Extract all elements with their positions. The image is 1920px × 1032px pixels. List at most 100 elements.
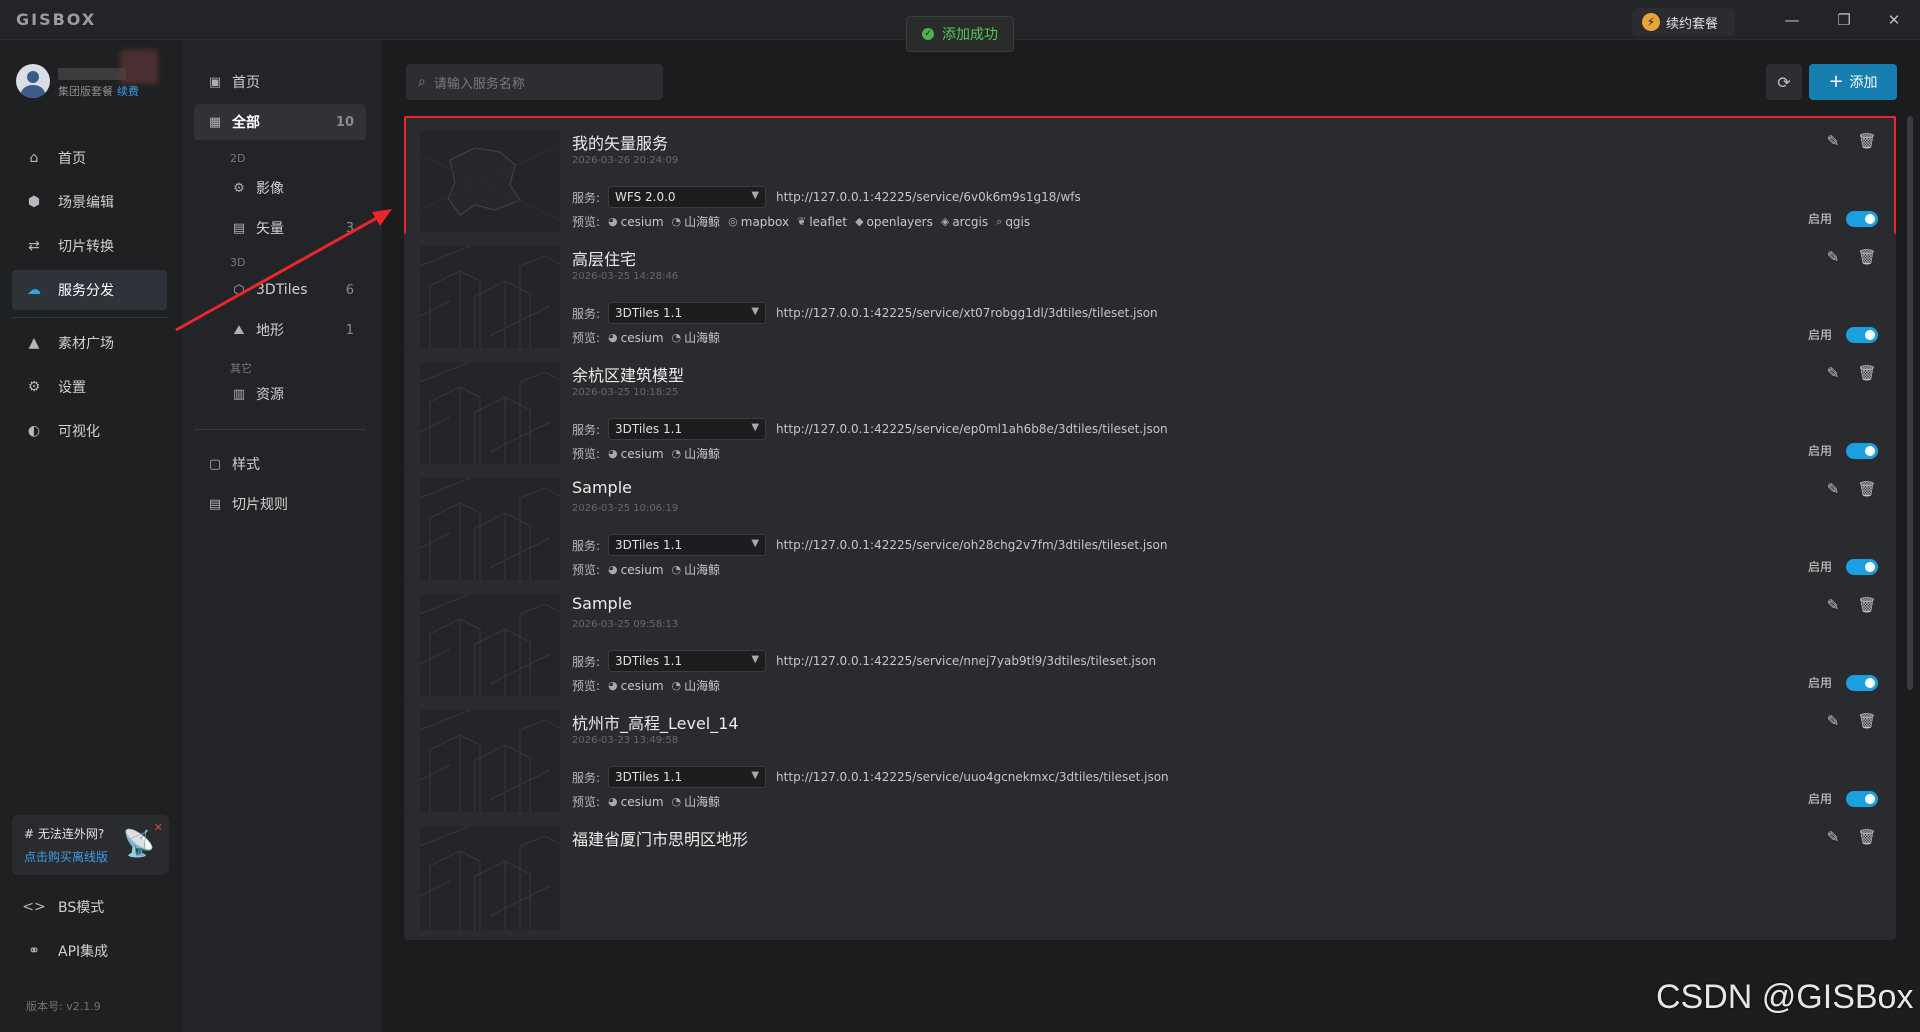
preview-0-link[interactable]: ◕ cesium <box>608 563 663 577</box>
enable-toggle[interactable] <box>1846 442 1878 459</box>
service-url[interactable]: http://127.0.0.1:42225/service/ep0ml1ah6… <box>776 422 1168 436</box>
service-card[interactable]: 高层住宅 2026-03-25 14:28:46 服务: 3DTiles 1.1 ▼ ht… <box>404 232 1896 360</box>
preview-0-link[interactable]: ◕ cesium <box>608 447 663 461</box>
edit-icon[interactable]: ✎ <box>1822 710 1844 732</box>
sidebar-item-label: 场景编辑 <box>58 195 114 211</box>
restore-button[interactable]: ❐ <box>1830 6 1858 34</box>
service-type-select[interactable]: 3DTiles 1.1 ▼ <box>608 418 767 440</box>
service-card[interactable]: 余杭区建筑模型 2026-03-25 10:18:25 服务: 3DTiles 1.1… <box>404 348 1896 476</box>
edit-icon[interactable]: ✎ <box>1822 478 1844 500</box>
preview-4-link[interactable]: ◆ openlayers <box>855 215 933 229</box>
renew-package-button[interactable]: ⚡ 续约套餐 <box>1632 8 1735 36</box>
offline-version-banner[interactable]: # 无法连外网? 点击购买离线版 📡 ✕ <box>12 815 169 875</box>
preview-name: openlayers <box>866 214 933 229</box>
category-all[interactable]: ▦ 全部 10 <box>194 104 366 140</box>
preview-1-link[interactable]: ◔ 山海鲸 <box>672 677 721 694</box>
enable-toggle[interactable] <box>1846 558 1878 575</box>
folder-icon: ▥ <box>232 386 246 402</box>
delete-icon[interactable]: 🗑 <box>1856 478 1878 500</box>
service-type-select[interactable]: 3DTiles 1.1 ▼ <box>608 302 767 324</box>
delete-icon[interactable]: 🗑 <box>1856 362 1878 384</box>
preview-3-link[interactable]: ❦ leaflet <box>797 215 847 229</box>
service-url[interactable]: http://127.0.0.1:42225/service/uuo4gcnek… <box>776 770 1169 784</box>
sidebar-item-api[interactable]: ⚭ API集成 <box>12 931 167 971</box>
edit-icon[interactable]: ✎ <box>1822 594 1844 616</box>
category-resource[interactable]: ▥ 资源 <box>194 376 366 412</box>
chevron-down-icon: ▼ <box>751 190 760 201</box>
category-home[interactable]: ▣ 首页 <box>194 64 366 100</box>
category-3dtiles[interactable]: ⬡ 3DTiles 6 <box>194 272 366 308</box>
preview-icon: ❦ <box>797 215 807 228</box>
edit-icon[interactable]: ✎ <box>1822 826 1844 848</box>
delete-icon[interactable]: 🗑 <box>1856 130 1878 152</box>
category-vector[interactable]: ▤ 矢量 3 <box>194 210 366 246</box>
sidebar-item-service-publish[interactable]: ☁ 服务分发 <box>12 270 167 310</box>
edit-icon[interactable]: ✎ <box>1822 246 1844 268</box>
delete-icon[interactable]: 🗑 <box>1856 710 1878 732</box>
preview-1-link[interactable]: ◔ 山海鲸 <box>672 329 721 346</box>
preview-icon: ◔ <box>671 331 682 344</box>
preview-0-link[interactable]: ◕ cesium <box>608 331 663 345</box>
sidebar-item-scene-edit[interactable]: ⬢ 场景编辑 <box>12 182 167 222</box>
sidebar-item-tile-convert[interactable]: ⇄ 切片转换 <box>12 226 167 266</box>
enable-toggle[interactable] <box>1846 674 1878 691</box>
preview-1-link[interactable]: ◔ 山海鲸 <box>672 213 721 230</box>
preview-6-link[interactable]: ⌕ qgis <box>996 215 1030 229</box>
service-card[interactable]: Sample 2026-03-25 09:58:13 服务: 3DTiles 1.1 ▼… <box>404 580 1896 708</box>
category-count: 1 <box>345 322 354 338</box>
delete-icon[interactable]: 🗑 <box>1856 594 1878 616</box>
delete-icon[interactable]: 🗑 <box>1856 826 1878 848</box>
enable-toggle[interactable] <box>1846 790 1878 807</box>
preview-5-link[interactable]: ◈ arcgis <box>941 215 988 229</box>
service-card[interactable]: 杭州市_高程_Level_14 2026-03-23 13:49:58 服务: 3DT… <box>404 696 1896 824</box>
sidebar-item-bs-mode[interactable]: <> BS模式 <box>12 887 167 927</box>
renew-link[interactable]: 续费 <box>117 85 139 98</box>
search-input[interactable]: ⌕ 请输入服务名称 <box>406 64 663 100</box>
minimize-button[interactable]: — <box>1778 6 1806 34</box>
sidebar-item-visualize[interactable]: ◐ 可视化 <box>12 411 167 451</box>
close-icon[interactable]: ✕ <box>154 821 163 834</box>
lightning-icon: ⚡ <box>1642 13 1660 31</box>
service-type-select[interactable]: 3DTiles 1.1 ▼ <box>608 766 767 788</box>
service-url[interactable]: http://127.0.0.1:42225/service/oh28chg2v… <box>776 538 1167 552</box>
category-style[interactable]: ▢ 样式 <box>194 446 366 482</box>
sidebar-item-label: 可视化 <box>58 424 100 440</box>
scrollbar[interactable] <box>1907 116 1913 690</box>
enable-label: 启用 <box>1807 560 1832 574</box>
sidebar-item-home[interactable]: ⌂ 首页 <box>12 138 167 178</box>
category-imagery[interactable]: ⚙ 影像 <box>194 170 366 206</box>
service-url[interactable]: http://127.0.0.1:42225/service/xt07robgg… <box>776 306 1158 320</box>
category-terrain[interactable]: ⛰ 地形 1 <box>194 312 366 348</box>
home-icon: ⌂ <box>29 150 39 166</box>
service-type-select[interactable]: 3DTiles 1.1 ▼ <box>608 650 767 672</box>
sidebar-item-material[interactable]: ▲ 素材广场 <box>12 323 167 363</box>
service-card[interactable]: 福建省厦门市思明区地形 ✎ 🗑 <box>404 812 1896 940</box>
close-button[interactable]: ✕ <box>1880 6 1908 34</box>
edit-icon[interactable]: ✎ <box>1822 130 1844 152</box>
service-type-select[interactable]: WFS 2.0.0 ▼ <box>608 186 767 208</box>
enable-label: 启用 <box>1807 444 1832 458</box>
enable-toggle[interactable] <box>1846 210 1878 227</box>
preview-1-link[interactable]: ◔ 山海鲸 <box>672 445 721 462</box>
service-card[interactable]: 我的矢量服务 2026-03-26 20:24:09 服务: WFS 2.0.0 ▼ ht… <box>404 116 1896 245</box>
category-label: 首页 <box>232 75 260 91</box>
category-tile-rule[interactable]: ▤ 切片规则 <box>194 486 366 522</box>
enable-toggle[interactable] <box>1846 326 1878 343</box>
sidebar-item-settings[interactable]: ⚙ 设置 <box>12 367 167 407</box>
preview-0-link[interactable]: ◕ cesium <box>608 215 663 229</box>
service-type-select[interactable]: 3DTiles 1.1 ▼ <box>608 534 767 556</box>
preview-2-link[interactable]: ◎ mapbox <box>728 215 789 229</box>
service-url[interactable]: http://127.0.0.1:42225/service/6v0k6m9s1… <box>776 190 1081 204</box>
toast-text: 添加成功 <box>942 27 998 43</box>
service-card[interactable]: Sample 2026-03-25 10:06:19 服务: 3DTiles 1.1 ▼… <box>404 464 1896 592</box>
preview-0-link[interactable]: ◕ cesium <box>608 795 663 809</box>
preview-1-link[interactable]: ◔ 山海鲸 <box>672 793 721 810</box>
delete-icon[interactable]: 🗑 <box>1856 246 1878 268</box>
preview-1-link[interactable]: ◔ 山海鲸 <box>672 561 721 578</box>
preview-0-link[interactable]: ◕ cesium <box>608 679 663 693</box>
category-label: 切片规则 <box>232 497 288 513</box>
service-url[interactable]: http://127.0.0.1:42225/service/nnej7yab9… <box>776 654 1156 668</box>
edit-icon[interactable]: ✎ <box>1822 362 1844 384</box>
add-button[interactable]: + 添加 <box>1809 64 1897 100</box>
refresh-button[interactable]: ⟳ <box>1766 64 1802 100</box>
